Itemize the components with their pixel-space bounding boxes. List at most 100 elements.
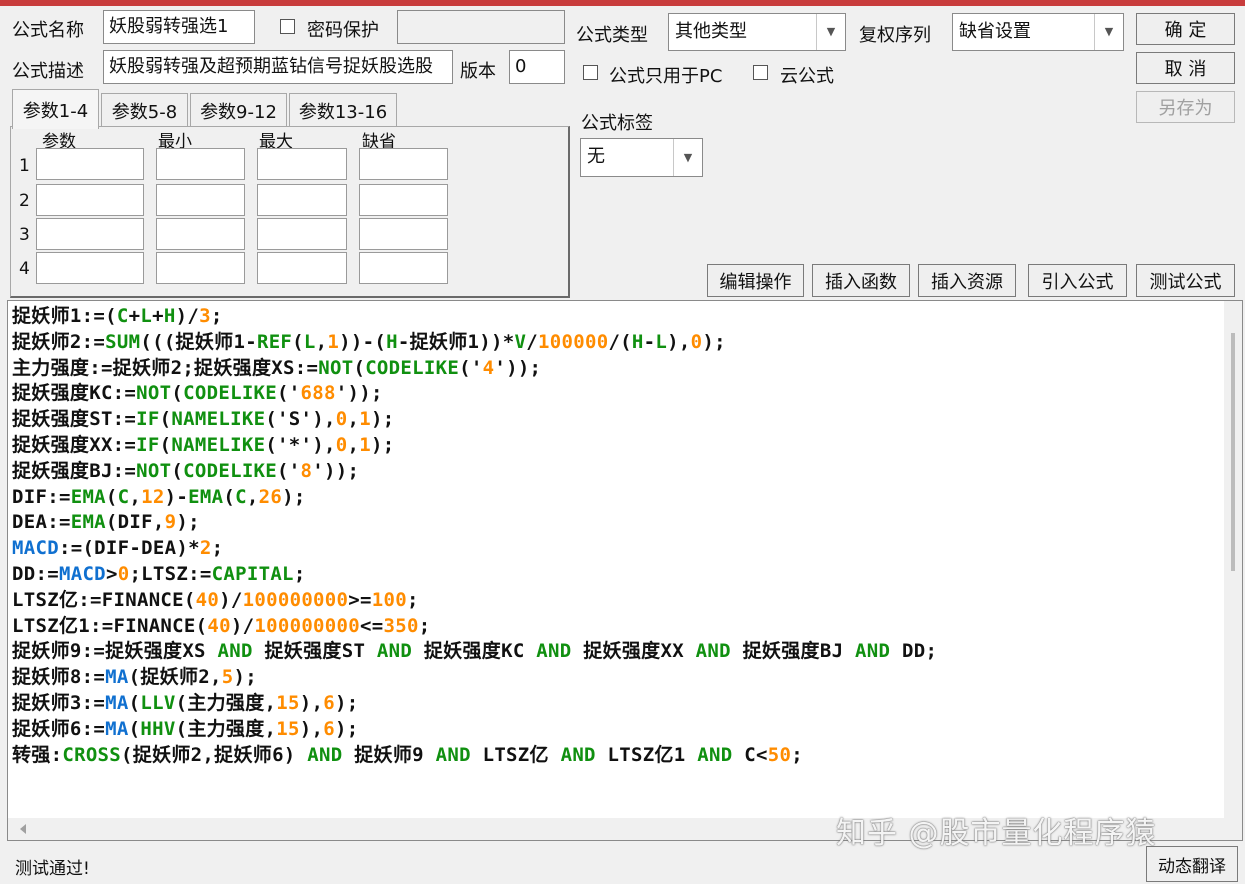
code-token: AND xyxy=(435,743,471,766)
code-token: (' xyxy=(459,356,483,379)
password-input[interactable] xyxy=(397,10,565,44)
code-token: NOT xyxy=(136,382,172,405)
formula-tag-value: 无 xyxy=(587,146,605,167)
vertical-scrollbar[interactable] xyxy=(1224,301,1242,820)
code-token: + xyxy=(152,305,164,327)
cloud-formula-label: 云公式 xyxy=(780,66,834,87)
code-token: (捉妖师2,捉妖师6) xyxy=(121,743,308,766)
param-1-default[interactable] xyxy=(359,148,448,180)
code-token: , xyxy=(347,408,360,431)
insert-resource-button[interactable]: 插入资源 xyxy=(918,264,1016,297)
code-line: 捉妖师3:=MA(LLV(主力强度,15),6); xyxy=(12,691,937,717)
code-token: AND xyxy=(697,743,733,766)
param-1-min[interactable] xyxy=(156,148,245,180)
code-token: ( xyxy=(128,717,141,740)
code-token: 1 xyxy=(327,330,340,353)
formula-name-label: 公式名称 xyxy=(12,20,84,41)
pc-only-checkbox[interactable] xyxy=(583,65,598,80)
code-token: (' xyxy=(277,382,301,405)
formula-code[interactable]: 捉妖师1:=(C+L+H)/3; 捉妖师2:=SUM(((捉妖师1-REF(L,1… xyxy=(12,304,937,768)
param-4-max[interactable] xyxy=(257,252,347,284)
formula-name-input[interactable]: 妖股弱转强选1 xyxy=(103,10,255,44)
cancel-button[interactable]: 取 消 xyxy=(1136,52,1235,84)
code-token: 40 xyxy=(207,614,231,637)
test-formula-button[interactable]: 测试公式 xyxy=(1136,264,1235,297)
param-2-name[interactable] xyxy=(36,184,144,216)
code-token: HHV xyxy=(140,717,176,740)
code-token: LTSZ亿1 xyxy=(595,743,698,766)
ok-button[interactable]: 确 定 xyxy=(1136,13,1235,45)
formula-editor[interactable]: 捉妖师1:=(C+L+H)/3; 捉妖师2:=SUM(((捉妖师1-REF(L,1… xyxy=(7,300,1243,841)
param-row-number: 2 xyxy=(19,191,30,211)
tab-params-5-8[interactable]: 参数5-8 xyxy=(101,93,188,127)
param-2-default[interactable] xyxy=(359,184,448,216)
tab-params-13-16[interactable]: 参数13-16 xyxy=(289,93,397,127)
code-line: LTSZ亿1:=FINANCE(40)/100000000<=350; xyxy=(12,614,937,640)
param-4-default[interactable] xyxy=(359,252,448,284)
import-formula-button[interactable]: 引入公式 xyxy=(1028,264,1127,297)
code-line: 转强:CROSS(捉妖师2,捉妖师6) AND 捉妖师9 AND LTSZ亿 A… xyxy=(12,743,937,769)
param-3-default[interactable] xyxy=(359,218,448,250)
tab-params-9-12[interactable]: 参数9-12 xyxy=(190,93,287,127)
version-input[interactable]: 0 xyxy=(509,50,565,84)
version-label: 版本 xyxy=(460,61,496,82)
code-token: EMA xyxy=(70,511,106,534)
param-3-min[interactable] xyxy=(156,218,245,250)
formula-tag-select[interactable]: 无 ▼ xyxy=(580,138,703,177)
param-1-max[interactable] xyxy=(257,148,347,180)
code-line: 主力强度:=捉妖师2;捉妖强度XS:=NOT(CODELIKE('4')); xyxy=(12,356,937,382)
param-2-min[interactable] xyxy=(156,184,245,216)
param-4-min[interactable] xyxy=(156,252,245,284)
code-token: DEA:= xyxy=(12,511,71,534)
chevron-down-icon[interactable]: ▼ xyxy=(673,139,702,176)
param-3-max[interactable] xyxy=(257,218,347,250)
fq-series-select[interactable]: 缺省设置 ▼ xyxy=(952,13,1124,51)
code-token: C xyxy=(235,485,247,508)
param-4-name[interactable] xyxy=(36,252,144,284)
code-token: CODELIKE xyxy=(365,356,460,379)
code-token: )/ xyxy=(219,588,243,611)
code-token: 捉妖师8:= xyxy=(12,666,106,689)
code-line: 捉妖师9:=捉妖强度XS AND 捉妖强度ST AND 捉妖强度KC AND 捉… xyxy=(12,639,937,665)
formula-desc-label: 公式描述 xyxy=(12,61,84,82)
code-token: )/ xyxy=(175,305,200,327)
dynamic-translate-button[interactable]: 动态翻译 xyxy=(1146,846,1238,882)
fq-series-value: 缺省设置 xyxy=(959,21,1031,42)
code-token: 100000000 xyxy=(242,588,349,611)
code-token: ), xyxy=(667,330,691,353)
code-token: ); xyxy=(233,666,257,689)
code-token: 6 xyxy=(323,717,335,740)
insert-function-button[interactable]: 插入函数 xyxy=(812,264,910,297)
pc-only-label: 公式只用于PC xyxy=(609,66,723,87)
tab-params-1-4[interactable]: 参数1-4 xyxy=(12,89,99,129)
param-2-max[interactable] xyxy=(257,184,347,216)
code-token: L xyxy=(303,330,316,353)
code-line: DD:=MACD>0;LTSZ:=CAPITAL; xyxy=(12,562,937,588)
param-1-name[interactable] xyxy=(36,148,144,180)
scroll-left-icon[interactable] xyxy=(12,818,34,840)
code-token: C< xyxy=(732,743,768,766)
cloud-formula-checkbox[interactable] xyxy=(753,65,768,80)
code-token: SUM xyxy=(105,330,141,353)
code-token: ')); xyxy=(494,356,542,379)
code-token: 8 xyxy=(300,459,313,482)
edit-operation-button[interactable]: 编辑操作 xyxy=(707,264,804,297)
code-token: MACD xyxy=(58,562,106,585)
code-token: DIF:= xyxy=(12,485,71,508)
code-token: , xyxy=(347,433,360,456)
code-token: 捉妖强度BJ xyxy=(730,640,856,663)
save-as-button[interactable]: 另存为 xyxy=(1136,91,1235,123)
param-3-name[interactable] xyxy=(36,218,144,250)
chevron-down-icon[interactable]: ▼ xyxy=(1094,14,1123,50)
formula-type-select[interactable]: 其他类型 ▼ xyxy=(668,13,846,51)
formula-desc-input[interactable]: 妖股弱转强及超预期蓝钻信号捉妖股选股 xyxy=(103,50,453,84)
code-token: C xyxy=(116,305,129,327)
code-token: ; xyxy=(791,743,803,766)
scrollbar-thumb[interactable] xyxy=(1231,333,1235,571)
chevron-down-icon[interactable]: ▼ xyxy=(816,14,845,50)
code-token: 主力强度:=捉妖师2;捉妖强度XS:= xyxy=(12,356,319,379)
code-token: L xyxy=(140,305,153,327)
param-row-number: 4 xyxy=(19,259,30,279)
password-protect-checkbox[interactable] xyxy=(280,19,295,34)
code-token: 0 xyxy=(335,408,348,431)
